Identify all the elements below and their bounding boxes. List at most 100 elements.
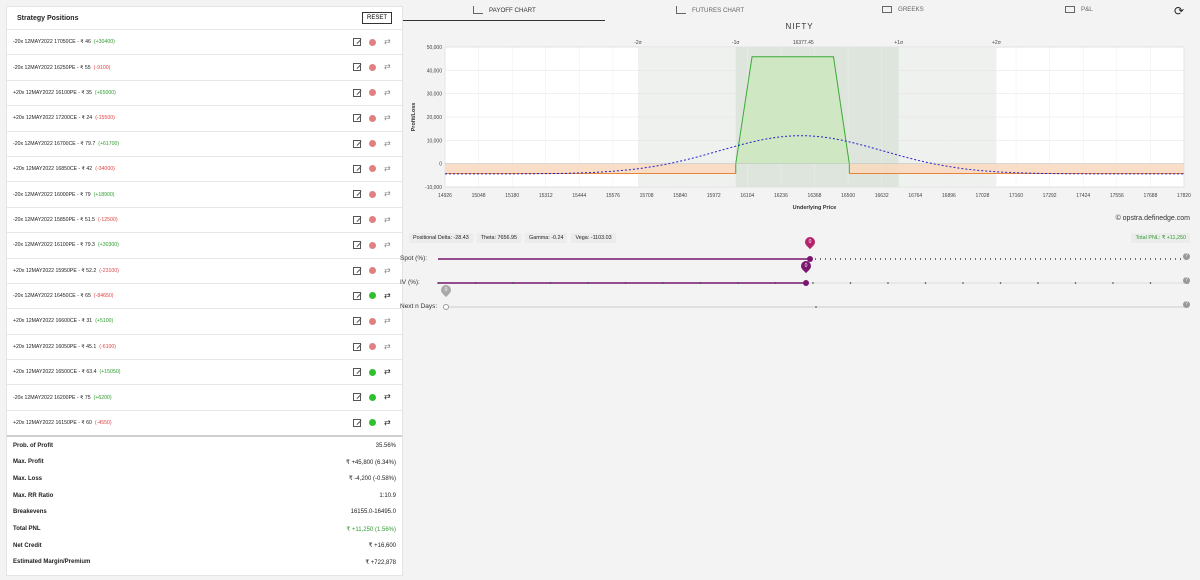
swap-icon[interactable]: ⇄	[384, 38, 394, 46]
panel-title: Strategy Positions	[17, 14, 79, 22]
toggle-dot-icon[interactable]	[369, 114, 376, 122]
swap-icon[interactable]: ⇄	[384, 190, 394, 198]
edit-icon[interactable]	[353, 164, 361, 173]
swap-icon[interactable]: ⇄	[384, 368, 394, 376]
refresh-icon[interactable]: ⟳	[1174, 4, 1184, 18]
position-change: (-23100)	[99, 267, 119, 274]
x-tick-label: 16500	[841, 193, 855, 199]
edit-icon[interactable]	[353, 393, 361, 402]
position-text: -20x 12MAY2022 17050CE - ₹ 46	[13, 39, 91, 46]
edit-icon[interactable]	[353, 139, 361, 148]
swap-icon[interactable]: ⇄	[384, 88, 394, 97]
position-row: -20x 12MAY2022 16250PE - ₹ 55 (-9100) ⇄	[7, 54, 402, 79]
swap-icon[interactable]: ⇄	[384, 342, 394, 351]
tab-label: FUTURES CHART	[692, 6, 745, 14]
help-icon[interactable]: ?	[1183, 253, 1190, 260]
summary-label: Max. RR Ratio	[13, 492, 54, 499]
summary-label: Prob. of Profit	[13, 442, 53, 449]
toggle-dot-icon[interactable]	[369, 89, 376, 97]
tab-futures-chart[interactable]: FUTURES CHART	[676, 6, 744, 14]
slider-handle[interactable]: 0	[798, 258, 814, 274]
row-actions: ⇄	[353, 317, 394, 326]
toggle-dot-icon[interactable]	[369, 368, 376, 376]
edit-icon[interactable]	[353, 418, 361, 427]
swap-icon[interactable]: ⇄	[384, 139, 394, 148]
toggle-dot-icon[interactable]	[369, 216, 376, 224]
swap-icon[interactable]: ⇄	[384, 63, 394, 71]
edit-icon[interactable]	[353, 38, 361, 46]
tab-greeks[interactable]: GREEKS	[882, 6, 924, 13]
profit-area	[735, 56, 850, 164]
position-change: (-34000)	[95, 166, 115, 173]
toggle-dot-icon[interactable]	[369, 393, 376, 401]
row-actions: ⇄	[353, 63, 394, 72]
row-actions: ⇄	[353, 139, 394, 148]
position-change: (-15500)	[95, 115, 115, 122]
toggle-dot-icon[interactable]	[369, 165, 376, 173]
swap-icon[interactable]: ⇄	[384, 266, 394, 275]
summary-row: Max. Loss ₹ -4,200 (-0.58%)	[7, 471, 402, 488]
swap-icon[interactable]: ⇄	[384, 291, 394, 300]
x-tick-label: 17292	[1043, 193, 1057, 199]
edit-icon[interactable]	[353, 88, 361, 97]
edit-icon[interactable]	[353, 215, 361, 224]
edit-icon[interactable]	[353, 291, 361, 300]
summary-row: Prob. of Profit 35.56%	[7, 437, 402, 454]
position-change: (+18900)	[93, 191, 115, 198]
position-row: +20x 12MAY2022 16500CE - ₹ 63.4 (+15050) ⇄	[7, 359, 402, 384]
chart-tabs: PAYOFF CHART FUTURES CHART GREEKS P&L ⟳	[403, 0, 1196, 22]
toggle-dot-icon[interactable]	[369, 190, 376, 198]
swap-icon[interactable]: ⇄	[384, 317, 394, 325]
edit-icon[interactable]	[353, 190, 361, 199]
swap-icon[interactable]: ⇄	[384, 164, 394, 173]
toggle-dot-icon[interactable]	[369, 140, 376, 148]
row-actions: ⇄	[353, 190, 394, 199]
swap-icon[interactable]: ⇄	[384, 418, 394, 427]
toggle-dot-icon[interactable]	[369, 63, 376, 71]
edit-icon[interactable]	[353, 114, 361, 123]
swap-icon[interactable]: ⇄	[384, 393, 394, 401]
slider-handle[interactable]: 0	[438, 282, 454, 298]
slider-track[interactable]	[403, 254, 1196, 264]
toggle-dot-icon[interactable]	[369, 317, 376, 325]
toggle-dot-icon[interactable]	[369, 38, 376, 46]
row-actions: ⇄	[353, 215, 394, 224]
toggle-dot-icon[interactable]	[369, 267, 376, 275]
slider-handle[interactable]: 0	[802, 234, 818, 250]
help-icon[interactable]: ?	[1183, 301, 1190, 308]
swap-icon[interactable]: ⇄	[384, 215, 394, 224]
slider-value: 0	[444, 287, 448, 293]
y-axis-label: Profit/Loss	[411, 103, 417, 132]
x-tick-label: 17820	[1177, 193, 1191, 199]
edit-icon[interactable]	[353, 342, 361, 351]
toggle-dot-icon[interactable]	[369, 419, 376, 427]
swap-icon[interactable]: ⇄	[384, 241, 394, 249]
edit-icon[interactable]	[353, 63, 361, 72]
slider-track[interactable]	[403, 302, 1196, 312]
swap-icon[interactable]: ⇄	[384, 114, 394, 122]
toggle-dot-icon[interactable]	[369, 292, 376, 300]
x-tick-label: 15180	[505, 193, 519, 199]
x-tick-label: 17160	[1009, 193, 1023, 199]
x-tick-label: 16236	[774, 193, 788, 199]
x-tick-label: 15312	[539, 193, 553, 199]
help-icon[interactable]: ?	[1183, 277, 1190, 284]
edit-icon[interactable]	[353, 317, 361, 326]
position-row: +20x 12MAY2022 17200CE - ₹ 24 (-15500) ⇄	[7, 105, 402, 130]
edit-icon[interactable]	[353, 368, 361, 377]
slider-track[interactable]	[403, 278, 1196, 288]
edit-icon[interactable]	[353, 266, 361, 275]
summary-table: Prob. of Profit 35.56% Max. Profit ₹ +45,80…	[7, 435, 402, 571]
tab-pnl[interactable]: P&L	[1065, 6, 1093, 13]
row-actions: ⇄	[353, 368, 394, 377]
tab-payoff-chart[interactable]: PAYOFF CHART	[473, 6, 536, 14]
x-tick-label: 16764	[908, 193, 922, 199]
edit-icon[interactable]	[353, 241, 361, 250]
toggle-dot-icon[interactable]	[369, 241, 376, 249]
reset-button[interactable]: RESET	[361, 12, 392, 24]
position-text: +20x 12MAY2022 16850CE - ₹ 42	[13, 166, 93, 173]
x-tick-label: 16896	[942, 193, 956, 199]
position-text: +20x 12MAY2022 17200CE - ₹ 24	[13, 115, 93, 122]
toggle-dot-icon[interactable]	[369, 343, 376, 351]
grid-icon	[1065, 6, 1075, 13]
